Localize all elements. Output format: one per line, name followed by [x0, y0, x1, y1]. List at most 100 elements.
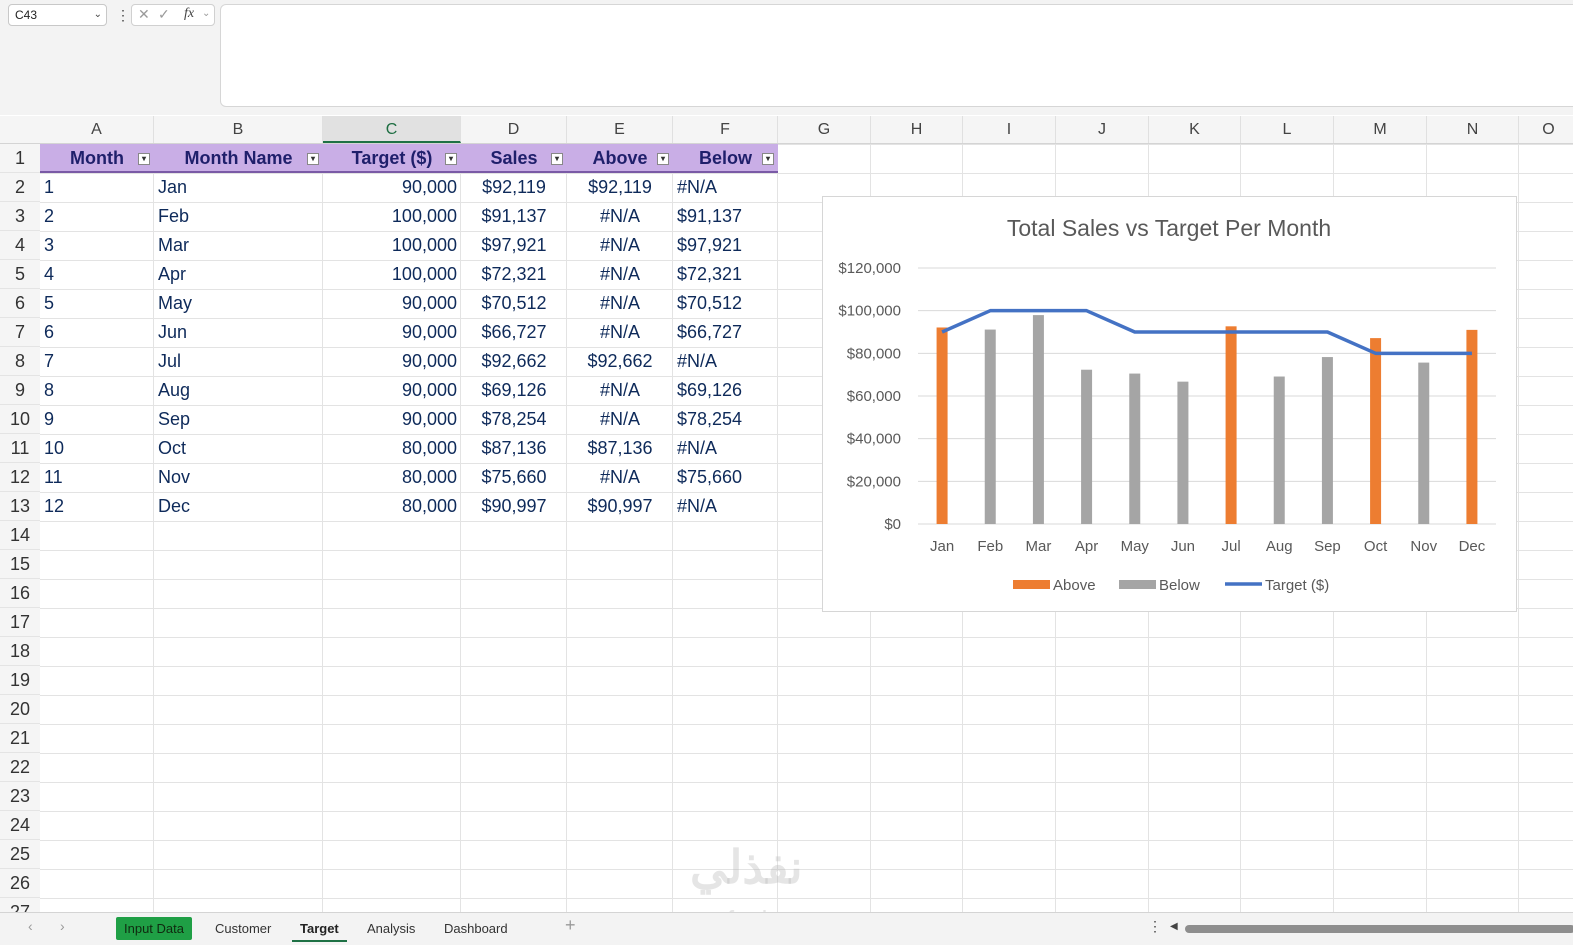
row-header-12[interactable]: 12 — [0, 463, 40, 492]
table-cell[interactable]: 90,000 — [323, 173, 461, 202]
table-cell[interactable]: 100,000 — [323, 231, 461, 260]
table-cell[interactable]: $70,512 — [461, 289, 567, 318]
column-header-d[interactable]: D — [461, 116, 567, 143]
table-cell[interactable]: $90,997 — [567, 492, 673, 521]
tab-analysis[interactable]: Analysis — [359, 917, 423, 940]
table-cell[interactable]: 90,000 — [323, 405, 461, 434]
more-options-icon[interactable]: ⋮ — [1148, 918, 1162, 935]
tab-input-data[interactable]: Input Data — [116, 917, 192, 940]
table-cell[interactable]: 6 — [40, 318, 154, 347]
column-header-n[interactable]: N — [1427, 116, 1519, 143]
row-header-8[interactable]: 8 — [0, 347, 40, 376]
table-cell[interactable]: #N/A — [567, 463, 673, 492]
row-header-20[interactable]: 20 — [0, 695, 40, 724]
filter-dropdown-icon[interactable]: ▾ — [445, 153, 457, 165]
table-cell[interactable]: $97,921 — [461, 231, 567, 260]
table-cell[interactable]: 100,000 — [323, 260, 461, 289]
table-cell[interactable]: $69,126 — [673, 376, 778, 405]
table-cell[interactable]: #N/A — [567, 405, 673, 434]
table-cell[interactable]: #N/A — [673, 434, 778, 463]
horizontal-scrollbar[interactable] — [1185, 925, 1573, 933]
row-header-22[interactable]: 22 — [0, 753, 40, 782]
table-cell[interactable]: $92,662 — [567, 347, 673, 376]
next-sheet-icon[interactable]: › — [60, 918, 65, 934]
sales-target-chart[interactable]: Total Sales vs Target Per Month $0 $20,000… — [822, 196, 1517, 612]
table-cell[interactable]: Sep — [154, 405, 323, 434]
column-header-o[interactable]: O — [1519, 116, 1573, 143]
table-cell[interactable]: Jul — [154, 347, 323, 376]
insert-function-icon[interactable]: fx — [184, 6, 194, 22]
table-cell[interactable]: 5 — [40, 289, 154, 318]
table-cell[interactable]: #N/A — [567, 376, 673, 405]
column-header-a[interactable]: A — [40, 116, 154, 143]
table-cell[interactable]: 90,000 — [323, 289, 461, 318]
table-cell[interactable]: Jan — [154, 173, 323, 202]
filter-dropdown-icon[interactable]: ▾ — [307, 153, 319, 165]
row-header-1[interactable]: 1 — [0, 144, 40, 173]
prev-sheet-icon[interactable]: ‹ — [28, 918, 33, 934]
column-header-l[interactable]: L — [1241, 116, 1334, 143]
row-header-19[interactable]: 19 — [0, 666, 40, 695]
column-header-f[interactable]: F — [673, 116, 778, 143]
more-options-icon[interactable]: ⋮ — [116, 6, 130, 24]
table-cell[interactable]: $87,136 — [567, 434, 673, 463]
table-cell[interactable]: $70,512 — [673, 289, 778, 318]
filter-dropdown-icon[interactable]: ▾ — [138, 153, 150, 165]
table-cell[interactable]: 80,000 — [323, 463, 461, 492]
row-header-24[interactable]: 24 — [0, 811, 40, 840]
row-header-9[interactable]: 9 — [0, 376, 40, 405]
column-header-c[interactable]: C — [323, 116, 461, 143]
scroll-left-icon[interactable]: ◀ — [1170, 921, 1178, 932]
filter-dropdown-icon[interactable]: ▾ — [657, 153, 669, 165]
table-cell[interactable]: 9 — [40, 405, 154, 434]
filter-dropdown-icon[interactable]: ▾ — [762, 153, 774, 165]
table-cell[interactable]: $66,727 — [461, 318, 567, 347]
table-cell[interactable]: 7 — [40, 347, 154, 376]
table-cell[interactable]: #N/A — [567, 318, 673, 347]
table-cell[interactable]: 4 — [40, 260, 154, 289]
row-header-2[interactable]: 2 — [0, 173, 40, 202]
table-cell[interactable]: $75,660 — [673, 463, 778, 492]
table-cell[interactable]: Oct — [154, 434, 323, 463]
table-header-month[interactable]: Month ▾ — [40, 144, 154, 173]
row-header-25[interactable]: 25 — [0, 840, 40, 869]
row-header-5[interactable]: 5 — [0, 260, 40, 289]
name-box[interactable]: C43 ⌄ — [8, 4, 107, 26]
table-cell[interactable]: $90,997 — [461, 492, 567, 521]
table-cell[interactable]: #N/A — [567, 260, 673, 289]
table-cell[interactable]: 11 — [40, 463, 154, 492]
table-header-target[interactable]: Target ($) ▾ — [323, 144, 461, 173]
table-cell[interactable]: #N/A — [567, 289, 673, 318]
row-header-17[interactable]: 17 — [0, 608, 40, 637]
row-header-14[interactable]: 14 — [0, 521, 40, 550]
column-header-k[interactable]: K — [1149, 116, 1241, 143]
table-cell[interactable]: Jun — [154, 318, 323, 347]
row-header-23[interactable]: 23 — [0, 782, 40, 811]
table-cell[interactable]: 8 — [40, 376, 154, 405]
table-cell[interactable]: $97,921 — [673, 231, 778, 260]
chevron-down-icon[interactable]: ⌄ — [94, 5, 102, 25]
table-cell[interactable]: 90,000 — [323, 347, 461, 376]
table-header-above[interactable]: Above ▾ — [567, 144, 673, 173]
tab-customer[interactable]: Customer — [207, 917, 279, 940]
row-header-15[interactable]: 15 — [0, 550, 40, 579]
row-header-18[interactable]: 18 — [0, 637, 40, 666]
table-header-below[interactable]: Below ▾ — [673, 144, 778, 173]
table-cell[interactable]: 1 — [40, 173, 154, 202]
formula-input[interactable] — [220, 4, 1573, 107]
column-header-m[interactable]: M — [1334, 116, 1427, 143]
table-cell[interactable]: 80,000 — [323, 434, 461, 463]
table-cell[interactable]: 100,000 — [323, 202, 461, 231]
column-header-g[interactable]: G — [778, 116, 871, 143]
cancel-icon[interactable]: ✕ — [138, 6, 150, 23]
table-cell[interactable]: #N/A — [567, 231, 673, 260]
table-cell[interactable]: 90,000 — [323, 318, 461, 347]
table-cell[interactable]: #N/A — [673, 492, 778, 521]
table-cell[interactable]: Apr — [154, 260, 323, 289]
table-cell[interactable]: $78,254 — [673, 405, 778, 434]
table-cell[interactable]: 80,000 — [323, 492, 461, 521]
table-cell[interactable]: 3 — [40, 231, 154, 260]
table-cell[interactable]: Nov — [154, 463, 323, 492]
column-header-h[interactable]: H — [871, 116, 963, 143]
row-header-10[interactable]: 10 — [0, 405, 40, 434]
